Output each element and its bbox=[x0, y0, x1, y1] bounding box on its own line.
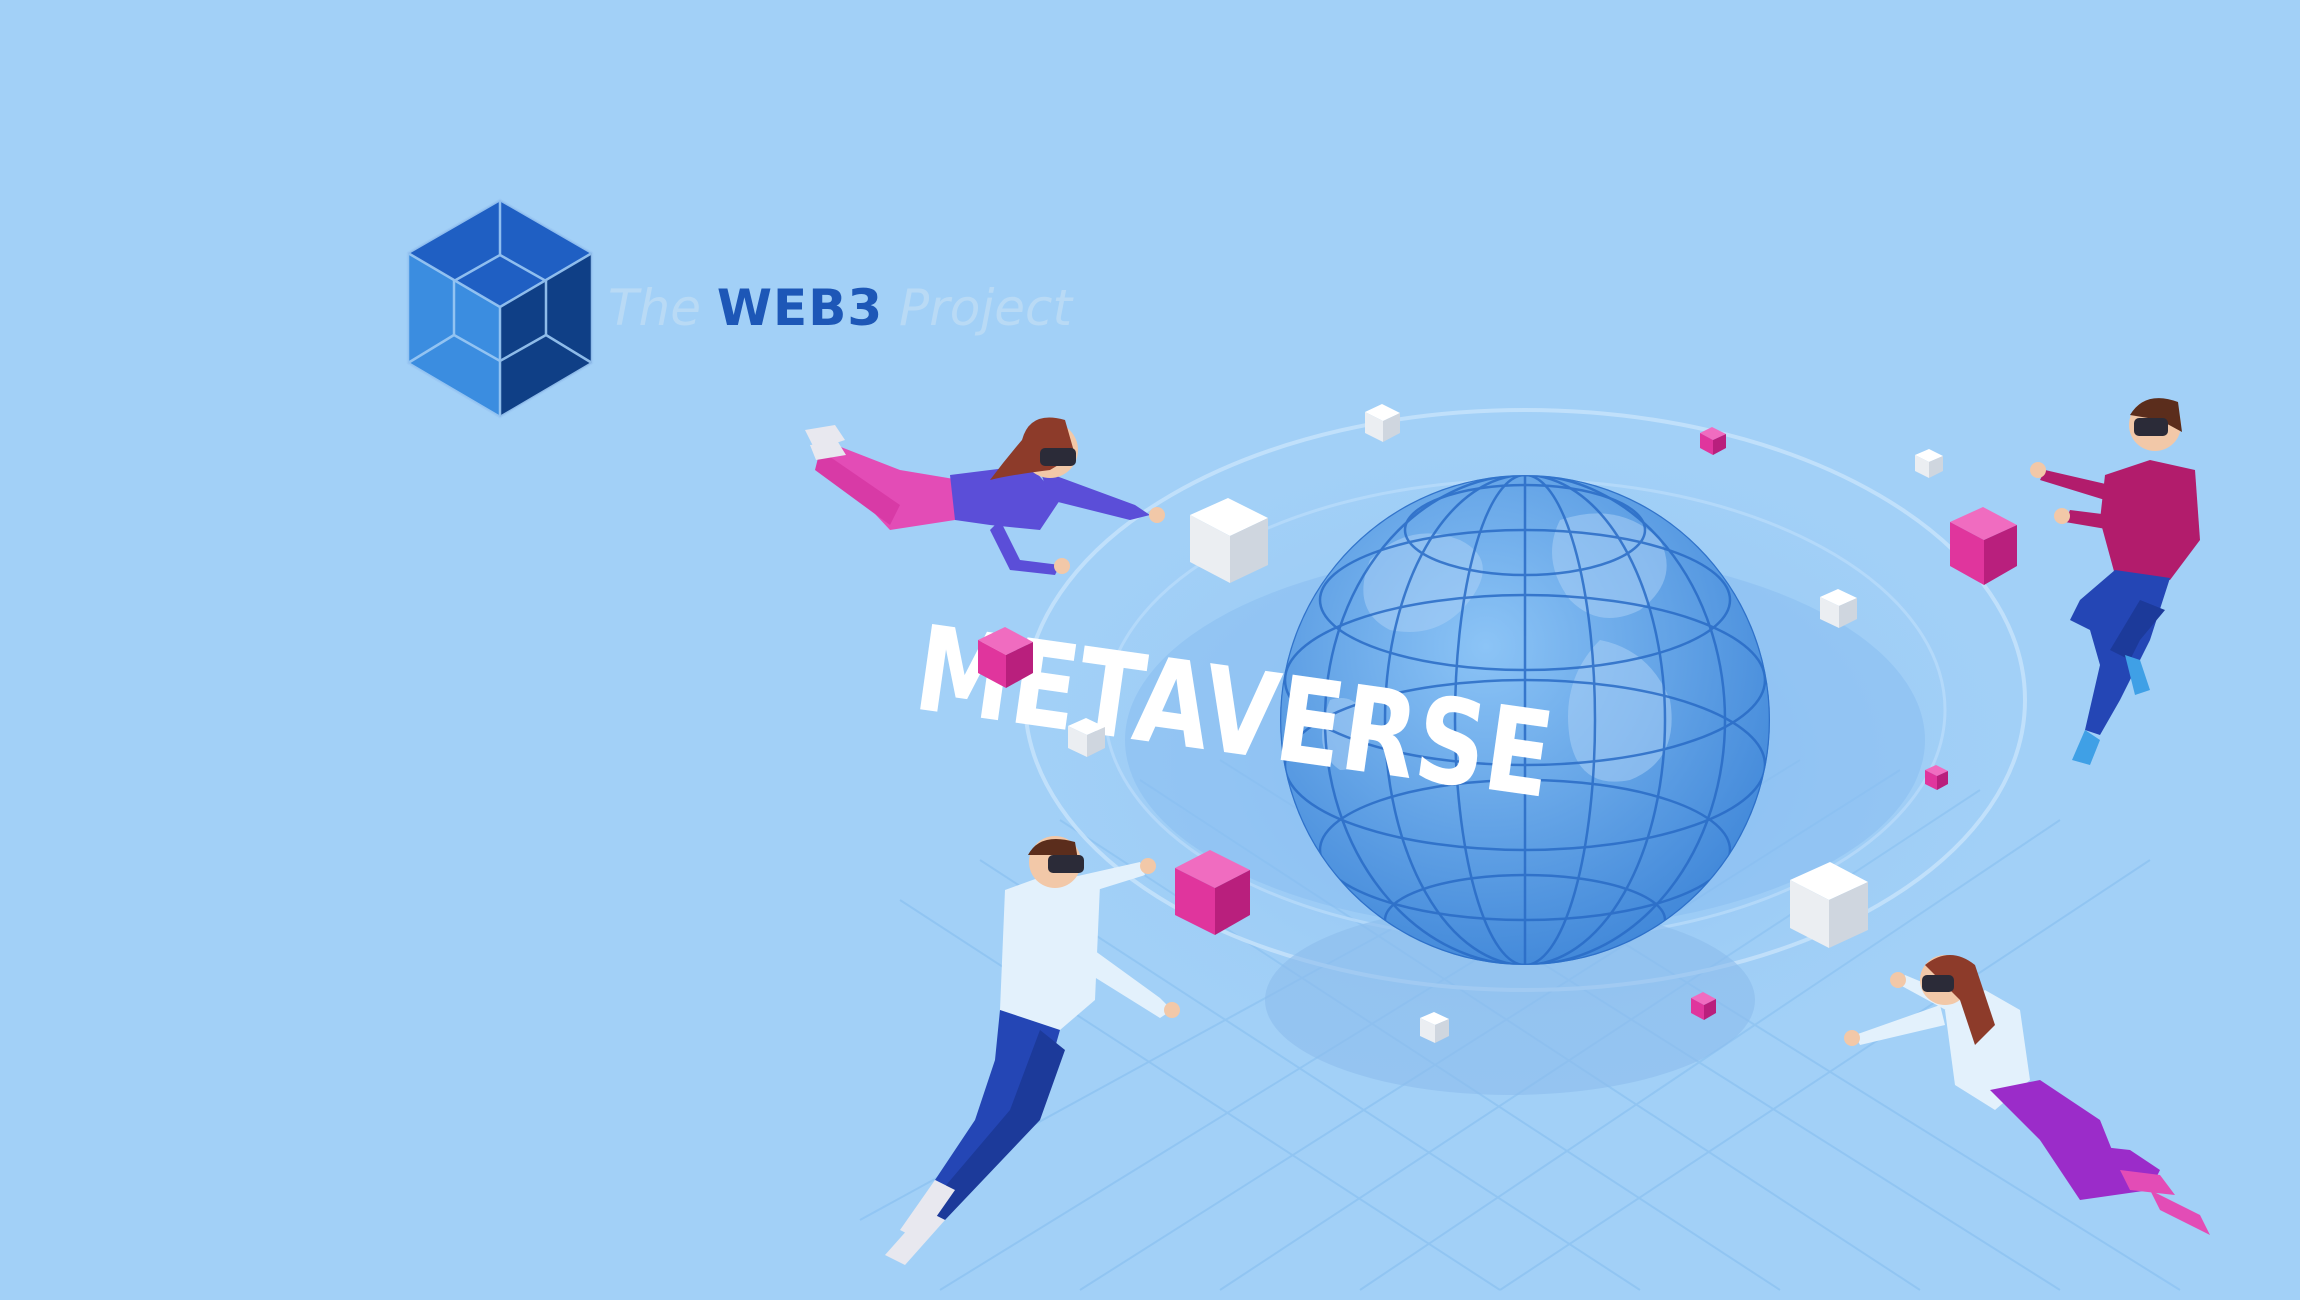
logo-prefix: The bbox=[608, 279, 701, 337]
metaverse-illustration: METAVERSE bbox=[805, 398, 2210, 1291]
white-cube bbox=[1915, 449, 1943, 478]
logo-suffix: Project bbox=[899, 279, 1073, 337]
web3-project-logo: The WEB3 Project bbox=[400, 195, 1072, 425]
hexagon-cube-logo-icon bbox=[406, 198, 594, 419]
logo-wordmark: The WEB3 Project bbox=[608, 283, 1072, 333]
logo-name: WEB3 bbox=[716, 279, 884, 337]
